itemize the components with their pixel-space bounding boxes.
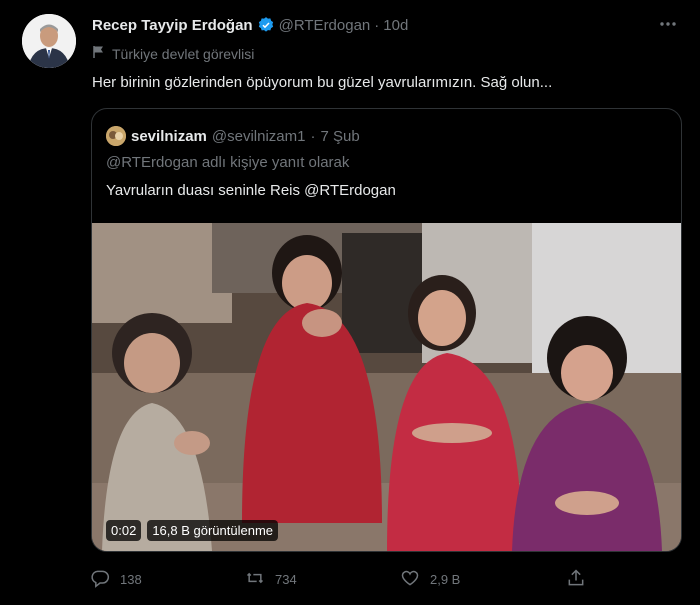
like-icon — [400, 568, 420, 591]
quoted-header: sevilnizam @sevilnizam1 · 7 Şub — [106, 126, 360, 146]
author-name[interactable]: Recep Tayyip Erdoğan — [92, 17, 253, 34]
retweet-count: 734 — [275, 572, 297, 587]
quoted-text: Yavruların duası seninle Reis @RTErdogan — [106, 182, 396, 199]
quoted-avatar[interactable] — [106, 126, 126, 146]
action-bar: 138 734 2,9 B — [90, 568, 590, 592]
quoted-separator: · — [310, 127, 316, 145]
quoted-time[interactable]: 7 Şub — [320, 128, 359, 145]
verified-icon — [257, 16, 275, 34]
share-icon — [566, 568, 586, 591]
video-duration: 0:02 — [106, 520, 142, 541]
share-button[interactable] — [566, 568, 586, 591]
tweet[interactable]: Recep Tayyip Erdoğan @RTErdogan · 10d Tü… — [0, 0, 700, 605]
government-label-text: Türkiye devlet görevlisi — [112, 45, 255, 62]
tweet-header: Recep Tayyip Erdoğan @RTErdogan · 10d — [92, 16, 660, 34]
video-views: 16,8 B görüntülenme — [147, 520, 279, 541]
like-count: 2,9 B — [430, 572, 461, 587]
tweet-text: Her birinin gözlerinden öpüyorum bu güze… — [92, 74, 553, 91]
video-overlay: 0:02 16,8 B görüntülenme — [106, 520, 279, 541]
quoted-tweet[interactable]: sevilnizam @sevilnizam1 · 7 Şub @RTErdog… — [91, 108, 682, 552]
more-icon[interactable] — [656, 14, 680, 34]
reply-icon — [90, 568, 110, 591]
quoted-handle[interactable]: @sevilnizam1 — [212, 128, 306, 145]
time-separator: · — [374, 16, 380, 34]
reply-count: 138 — [120, 572, 142, 587]
government-label[interactable]: Türkiye devlet görevlisi — [92, 45, 254, 62]
retweet-button[interactable]: 734 — [245, 568, 297, 591]
like-button[interactable]: 2,9 B — [400, 568, 460, 591]
video-frame — [92, 223, 681, 551]
quoted-name[interactable]: sevilnizam — [131, 128, 207, 145]
retweet-icon — [245, 568, 265, 591]
video-player[interactable]: 0:02 16,8 B görüntülenme — [92, 223, 681, 551]
tweet-time[interactable]: 10d — [383, 17, 408, 34]
reply-button[interactable]: 138 — [90, 568, 142, 591]
reply-context: @RTErdogan adlı kişiye yanıt olarak — [106, 154, 350, 171]
author-handle[interactable]: @RTErdogan — [279, 17, 371, 34]
author-avatar[interactable] — [22, 14, 76, 68]
label-flag-icon — [92, 45, 106, 62]
